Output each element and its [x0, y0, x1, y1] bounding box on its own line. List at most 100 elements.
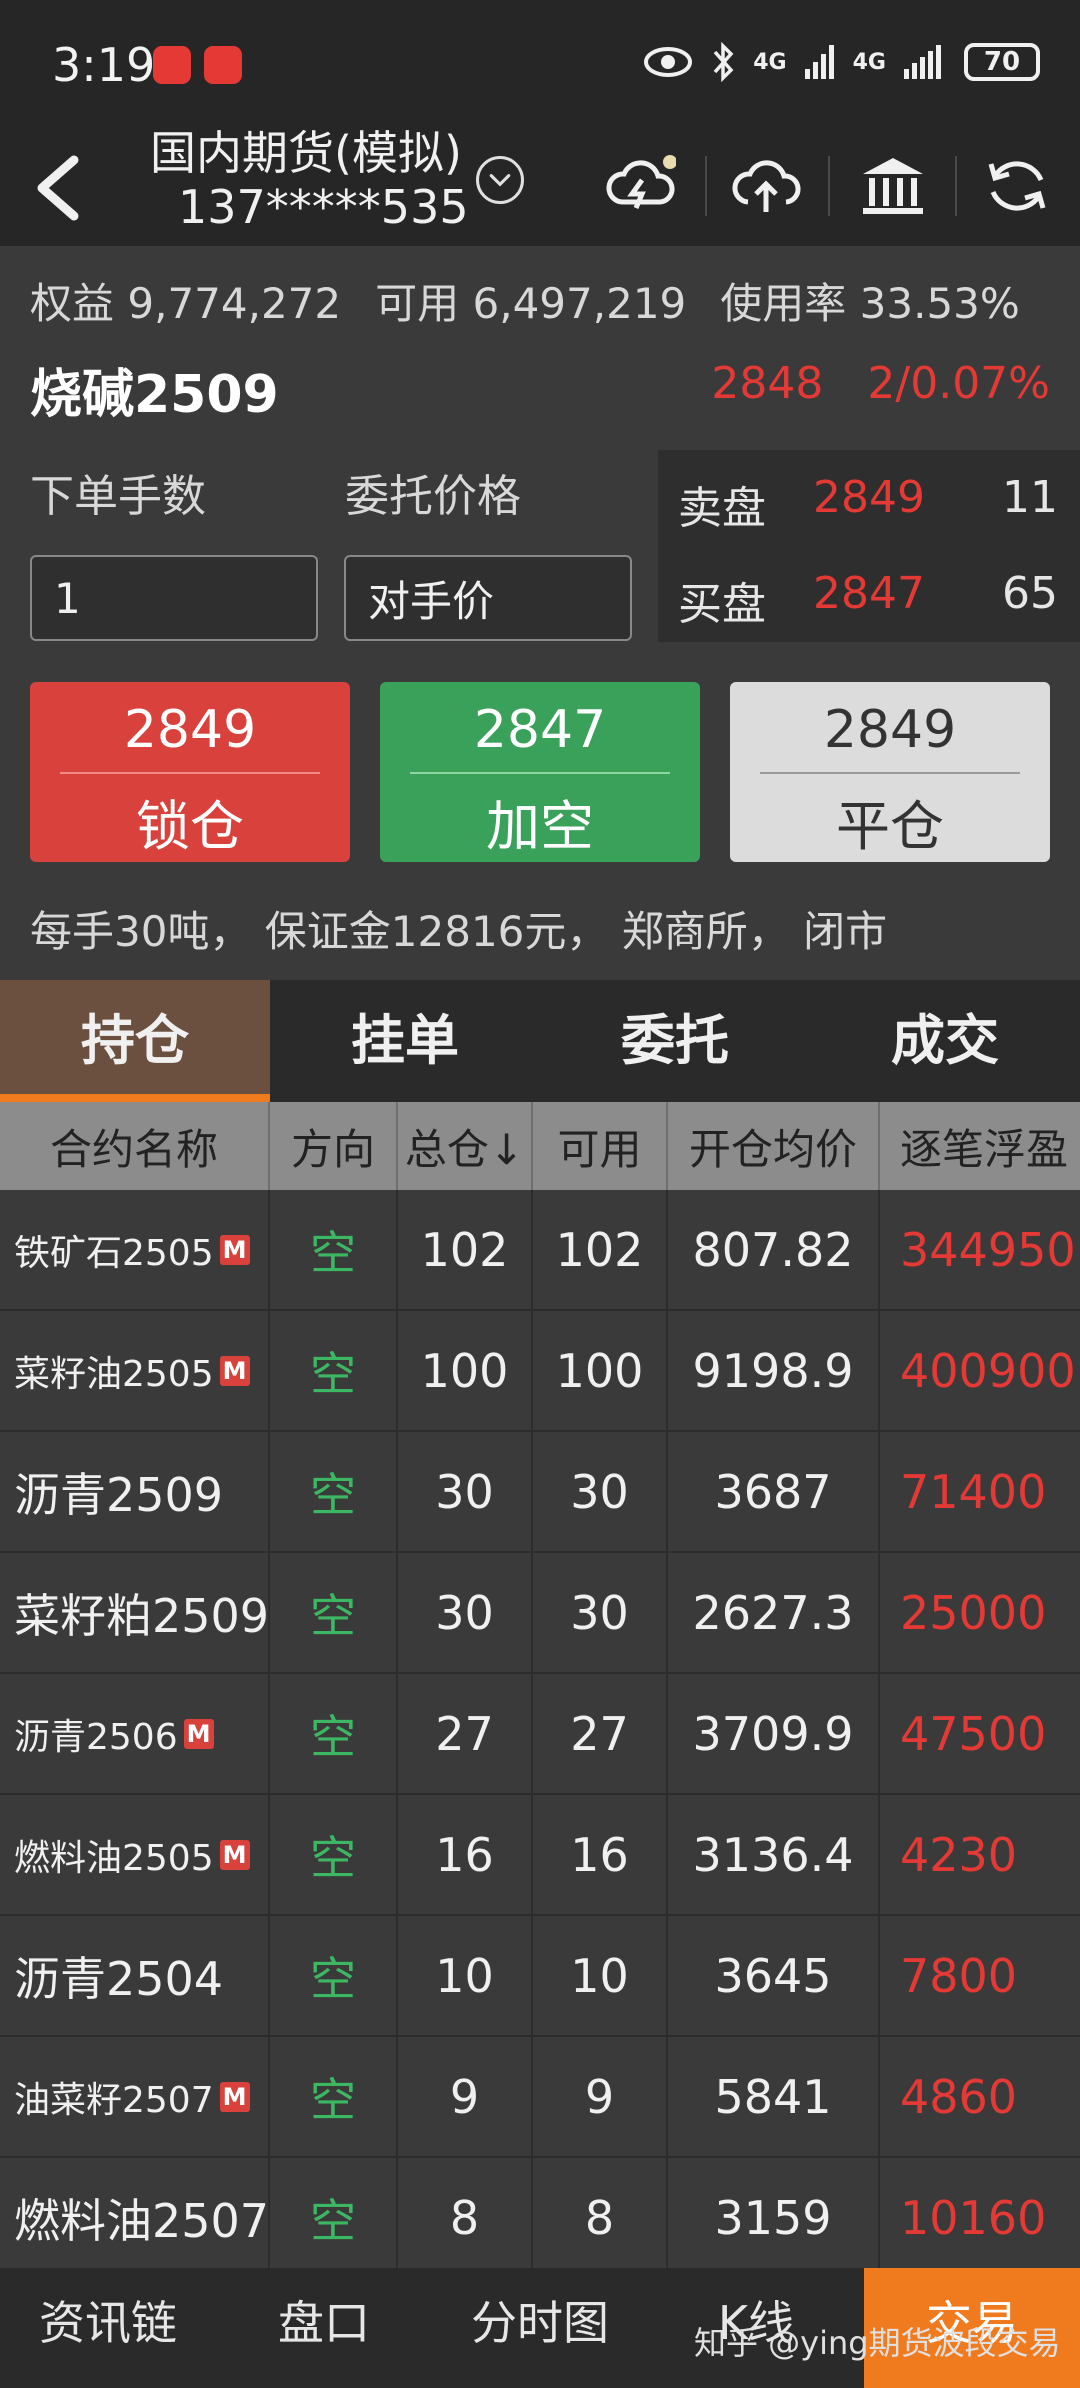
add-short-button[interactable]: 2847 加空: [380, 682, 700, 862]
price-change: 2/0.07%: [867, 358, 1050, 409]
floating-pnl-cell: 344950: [900, 1222, 1076, 1277]
table-row[interactable]: 沥青2506 M 空 27 27 3709.9 47500: [0, 1674, 1080, 1795]
column-header[interactable]: 合约名称: [0, 1102, 270, 1190]
column-header[interactable]: 逐笔浮盈: [880, 1102, 1080, 1190]
direction-cell: 空: [270, 2037, 398, 2156]
tab-pending-orders[interactable]: 挂单: [270, 980, 540, 1102]
chevron-down-icon[interactable]: [476, 156, 524, 204]
signal-icon: 4G: [852, 49, 886, 75]
floating-pnl-cell: 7800: [900, 1948, 1018, 2003]
lock-position-button[interactable]: 2849 锁仓: [30, 682, 350, 862]
contract-cell: 菜籽粕2509: [0, 1553, 270, 1672]
close-position-button[interactable]: 2849 平仓: [730, 682, 1050, 862]
contract-name: 沥青2504: [14, 1951, 224, 2006]
tab-trades[interactable]: 成交: [810, 980, 1080, 1102]
available-cell: 8: [533, 2158, 668, 2277]
equity: 权益 9,774,272: [30, 279, 342, 328]
floating-pnl-cell: 4230: [900, 1827, 1018, 1882]
total-position-cell: 102: [398, 1190, 533, 1309]
divider: [705, 156, 707, 216]
direction-cell: 空: [270, 1916, 398, 2035]
avg-open-price-cell: 3159: [668, 2158, 880, 2277]
bid-row: 买盘 2847 65: [678, 568, 1058, 630]
floating-pnl-cell: 10160: [900, 2190, 1047, 2245]
avg-open-price-cell: 9198.9: [668, 1311, 880, 1430]
table-row[interactable]: 油菜籽2507 M 空 9 9 5841 4860: [0, 2037, 1080, 2158]
floating-pnl-cell: 47500: [900, 1706, 1047, 1761]
quantity-input[interactable]: 1: [30, 555, 318, 641]
tab-positions[interactable]: 持仓: [0, 980, 270, 1102]
column-header[interactable]: 可用: [533, 1102, 668, 1190]
floating-pnl-cell: 4860: [900, 2069, 1018, 2124]
app-header: 国内期货(模拟) 137*****535: [0, 128, 1080, 246]
table-header: 合约名称 方向 总仓↓ 可用 开仓均价 逐笔浮盈: [0, 1102, 1080, 1190]
total-position-cell: 100: [398, 1311, 533, 1430]
page-title[interactable]: 国内期货(模拟): [150, 128, 462, 178]
table-row[interactable]: 沥青2504 空 10 10 3645 7800: [0, 1916, 1080, 2037]
nav-market-depth[interactable]: 盘口: [216, 2268, 432, 2388]
table-row[interactable]: 沥青2509 空 30 30 3687 71400: [0, 1432, 1080, 1553]
main-contract-badge: M: [219, 2081, 250, 2112]
avg-open-price-cell: 3709.9: [668, 1674, 880, 1793]
tab-orders[interactable]: 委托: [540, 980, 810, 1102]
nav-intraday-chart[interactable]: 分时图: [432, 2268, 648, 2388]
refresh-icon[interactable]: [981, 150, 1053, 222]
back-arrow-icon[interactable]: [24, 148, 94, 228]
contract-cell: 沥青2506 M: [0, 1674, 270, 1793]
direction-cell: 空: [270, 1674, 398, 1793]
signal-bars-icon: [904, 45, 941, 79]
quantity-label: 下单手数: [30, 471, 206, 522]
available-cell: 9: [533, 2037, 668, 2156]
last-price: 2848: [711, 358, 824, 409]
account-number[interactable]: 137*****535: [178, 180, 469, 234]
table-row[interactable]: 燃料油2507 空 8 8 3159 10160: [0, 2158, 1080, 2279]
total-position-cell: 27: [398, 1674, 533, 1793]
cloud-upload-icon[interactable]: [730, 150, 802, 222]
signal-icon: 4G: [753, 49, 787, 75]
direction-cell: 空: [270, 1311, 398, 1430]
avg-open-price-cell: 3687: [668, 1432, 880, 1551]
cloud-lightning-icon[interactable]: [604, 150, 676, 222]
available-cell: 100: [533, 1311, 668, 1430]
direction-cell: 空: [270, 2158, 398, 2277]
column-header[interactable]: 方向: [270, 1102, 398, 1190]
avg-open-price-cell: 5841: [668, 2037, 880, 2156]
available-cell: 30: [533, 1553, 668, 1672]
divider: [955, 156, 957, 216]
total-position-cell: 10: [398, 1916, 533, 2035]
contract-name: 沥青2509: [14, 1467, 224, 1522]
table-row[interactable]: 铁矿石2505 M 空 102 102 807.82 344950: [0, 1190, 1080, 1311]
column-header-sorted[interactable]: 总仓↓: [398, 1102, 533, 1190]
divider: [828, 156, 830, 216]
column-header[interactable]: 开仓均价: [668, 1102, 880, 1190]
available-cell: 30: [533, 1432, 668, 1551]
nav-news-chain[interactable]: 资讯链: [0, 2268, 216, 2388]
direction-cell: 空: [270, 1432, 398, 1551]
signal-bars-icon: [804, 45, 834, 79]
price-type-label: 委托价格: [345, 471, 521, 522]
direction-cell: 空: [270, 1190, 398, 1309]
ask-row: 卖盘 2849 11: [678, 472, 1058, 534]
table-row[interactable]: 菜籽油2505 M 空 100 100 9198.9 400900: [0, 1311, 1080, 1432]
total-position-cell: 9: [398, 2037, 533, 2156]
contract-name[interactable]: 烧碱2509: [30, 352, 279, 427]
order-book: 卖盘 2849 11 买盘 2847 65: [658, 450, 1080, 642]
main-contract-badge: M: [219, 1839, 250, 1870]
table-row[interactable]: 燃料油2505 M 空 16 16 3136.4 4230: [0, 1795, 1080, 1916]
status-icons: 4G 4G 70: [643, 42, 1040, 82]
bank-icon[interactable]: [857, 150, 929, 222]
total-position-cell: 30: [398, 1553, 533, 1672]
total-position-cell: 30: [398, 1432, 533, 1551]
contract-name: 沥青2506: [14, 1716, 178, 1758]
bluetooth-icon: [713, 42, 734, 82]
contract-name: 菜籽油2505: [14, 1353, 214, 1395]
avg-open-price-cell: 3645: [668, 1916, 880, 2035]
eye-icon: [644, 47, 693, 77]
contract-name: 燃料油2507: [14, 2193, 270, 2248]
price-type-input[interactable]: 对手价: [344, 555, 632, 641]
contract-cell: 油菜籽2507 M: [0, 2037, 270, 2156]
table-row[interactable]: 菜籽粕2509 空 30 30 2627.3 25000: [0, 1553, 1080, 1674]
notification-app-icon: [153, 46, 191, 84]
avg-open-price-cell: 2627.3: [668, 1553, 880, 1672]
contract-info: 每手30吨， 保证金12816元， 郑商所， 闭市: [30, 907, 888, 956]
